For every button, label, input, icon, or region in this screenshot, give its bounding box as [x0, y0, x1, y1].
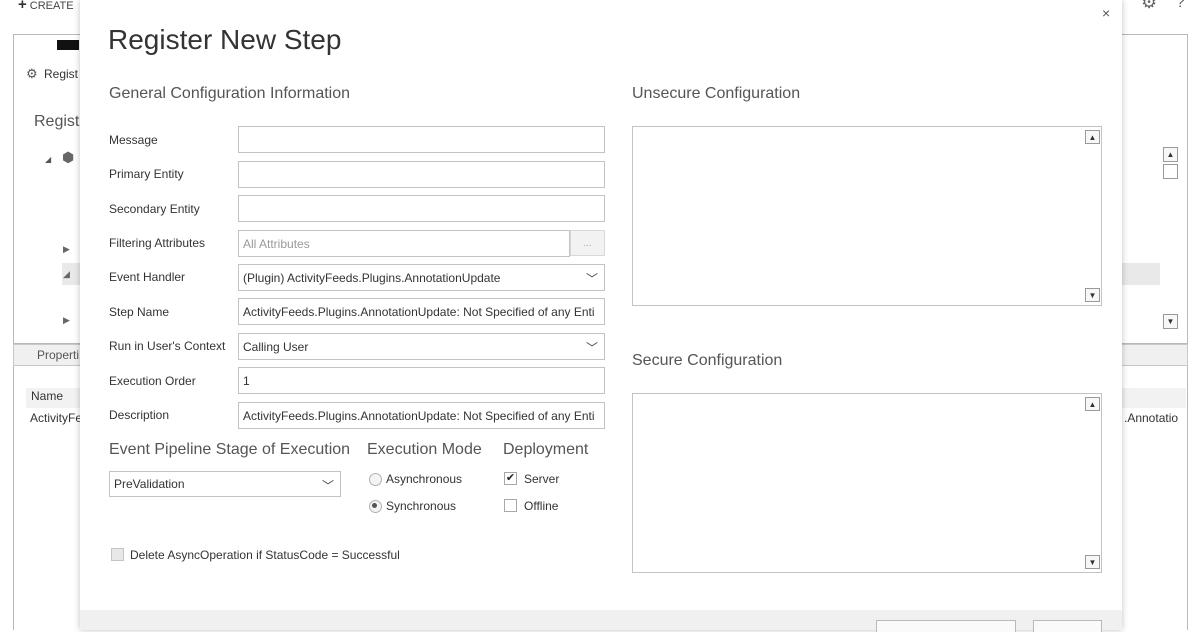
tree-scrollbar[interactable]: ▲ ▼	[1160, 142, 1186, 334]
checkmark-icon: ✔	[504, 472, 517, 485]
run-in-user-context-dropdown[interactable]: Calling User ﹀	[238, 333, 605, 360]
step-name-label: Step Name	[109, 305, 170, 319]
secure-config-header: Secure Configuration	[632, 352, 783, 369]
message-input[interactable]	[238, 126, 605, 153]
collapse-arrow-icon[interactable]: ▶	[63, 315, 70, 326]
event-handler-value: (Plugin) ActivityFeeds.Plugins.Annotatio…	[243, 270, 501, 285]
asynchronous-label: Asynchronous	[386, 472, 463, 486]
checkbox-server[interactable]: ✔ Server	[504, 472, 584, 488]
scroll-up-icon[interactable]: ▲	[1085, 130, 1100, 144]
synchronous-label: Synchronous	[386, 499, 457, 513]
radio-asynchronous[interactable]: Asynchronous	[368, 472, 478, 488]
tab-properties[interactable]: Properti	[37, 348, 79, 362]
scroll-thumb[interactable]	[1163, 164, 1178, 179]
chevron-down-icon: ﹀	[585, 272, 598, 286]
collapse-arrow-icon[interactable]: ▶	[63, 244, 70, 255]
checkbox-box	[504, 499, 517, 512]
general-config-header: General Configuration Information	[109, 85, 351, 102]
run-in-user-context-value: Calling User	[243, 339, 309, 354]
plus-icon: +	[18, 0, 27, 13]
unsecure-config-header: Unsecure Configuration	[632, 85, 801, 102]
description-input[interactable]: ActivityFeeds.Plugins.AnnotationUpdate: …	[238, 402, 605, 429]
chevron-down-icon: ﹀	[321, 479, 334, 493]
scroll-up-icon[interactable]: ▲	[1163, 147, 1178, 162]
scroll-up-icon[interactable]: ▲	[1085, 397, 1100, 411]
radio-synchronous[interactable]: Synchronous	[368, 499, 478, 515]
execution-mode-header: Execution Mode	[367, 441, 482, 458]
create-label: CREATE	[29, 0, 74, 12]
pipeline-stage-value: PreValidation	[114, 477, 185, 491]
scroll-down-icon[interactable]: ▼	[1085, 288, 1100, 302]
event-handler-dropdown[interactable]: (Plugin) ActivityFeeds.Plugins.Annotatio…	[238, 264, 605, 291]
unsecure-config-textarea[interactable]: ▲ ▼	[632, 126, 1102, 306]
secondary-entity-input[interactable]	[238, 195, 605, 222]
dialog-title: Register New Step	[108, 24, 342, 55]
filtering-attributes-label: Filtering Attributes	[109, 236, 206, 250]
close-button[interactable]	[1033, 620, 1102, 632]
pipeline-stage-dropdown[interactable]: PreValidation ﹀	[109, 471, 341, 497]
execution-order-label: Execution Order	[109, 374, 196, 388]
primary-entity-label: Primary Entity	[109, 167, 184, 181]
execution-order-input[interactable]: 1	[238, 367, 605, 394]
radio-circle-selected	[369, 500, 382, 513]
register-new-step-button[interactable]	[876, 620, 1016, 632]
secure-config-textarea[interactable]: ▲ ▼	[632, 393, 1102, 573]
solution-box-icon: ⬢	[62, 149, 75, 165]
gear-icon[interactable]: ⚙	[1141, 0, 1157, 13]
checkbox-delete-async[interactable]: Delete AsyncOperation if StatusCode = Su…	[111, 548, 431, 564]
register-icon: ⚙	[26, 66, 38, 81]
delete-async-label: Delete AsyncOperation if StatusCode = Su…	[130, 548, 400, 562]
radio-circle	[369, 473, 382, 486]
redacted-label	[57, 40, 79, 50]
chevron-down-icon: ﹀	[585, 341, 598, 355]
message-label: Message	[109, 133, 158, 147]
scroll-down-icon[interactable]: ▼	[1163, 314, 1178, 329]
step-name-input[interactable]: ActivityFeeds.Plugins.AnnotationUpdate: …	[238, 298, 605, 325]
checkbox-offline[interactable]: Offline	[504, 499, 584, 515]
filtering-attributes-input[interactable]: All Attributes	[238, 230, 570, 257]
column-header-name[interactable]: Name	[31, 389, 63, 403]
grid-cell-name[interactable]: ActivityFe	[30, 411, 82, 425]
pipeline-stage-header: Event Pipeline Stage of Execution	[109, 441, 351, 458]
expand-arrow-icon[interactable]: ◢	[63, 269, 70, 280]
offline-label: Offline	[524, 499, 559, 513]
description-label: Description	[109, 408, 170, 422]
secondary-entity-label: Secondary Entity	[109, 202, 200, 216]
checkbox-box	[111, 548, 124, 561]
expand-arrow-icon[interactable]: ◢	[45, 155, 51, 164]
help-icon[interactable]: ?	[1176, 0, 1185, 12]
primary-entity-input[interactable]	[238, 161, 605, 188]
event-handler-label: Event Handler	[109, 270, 186, 284]
server-label: Server	[524, 472, 560, 486]
register-button[interactable]: Regist	[44, 67, 78, 81]
scroll-down-icon[interactable]: ▼	[1085, 555, 1100, 569]
deployment-header: Deployment	[503, 441, 589, 458]
close-icon[interactable]: ×	[1102, 5, 1110, 21]
filtering-attributes-browse-button[interactable]: ...	[570, 230, 605, 256]
run-in-user-context-label: Run in User's Context	[109, 339, 226, 353]
grid-cell-value[interactable]: .Annotatio	[1124, 411, 1178, 425]
create-menu[interactable]: + CREATE	[18, 0, 74, 13]
